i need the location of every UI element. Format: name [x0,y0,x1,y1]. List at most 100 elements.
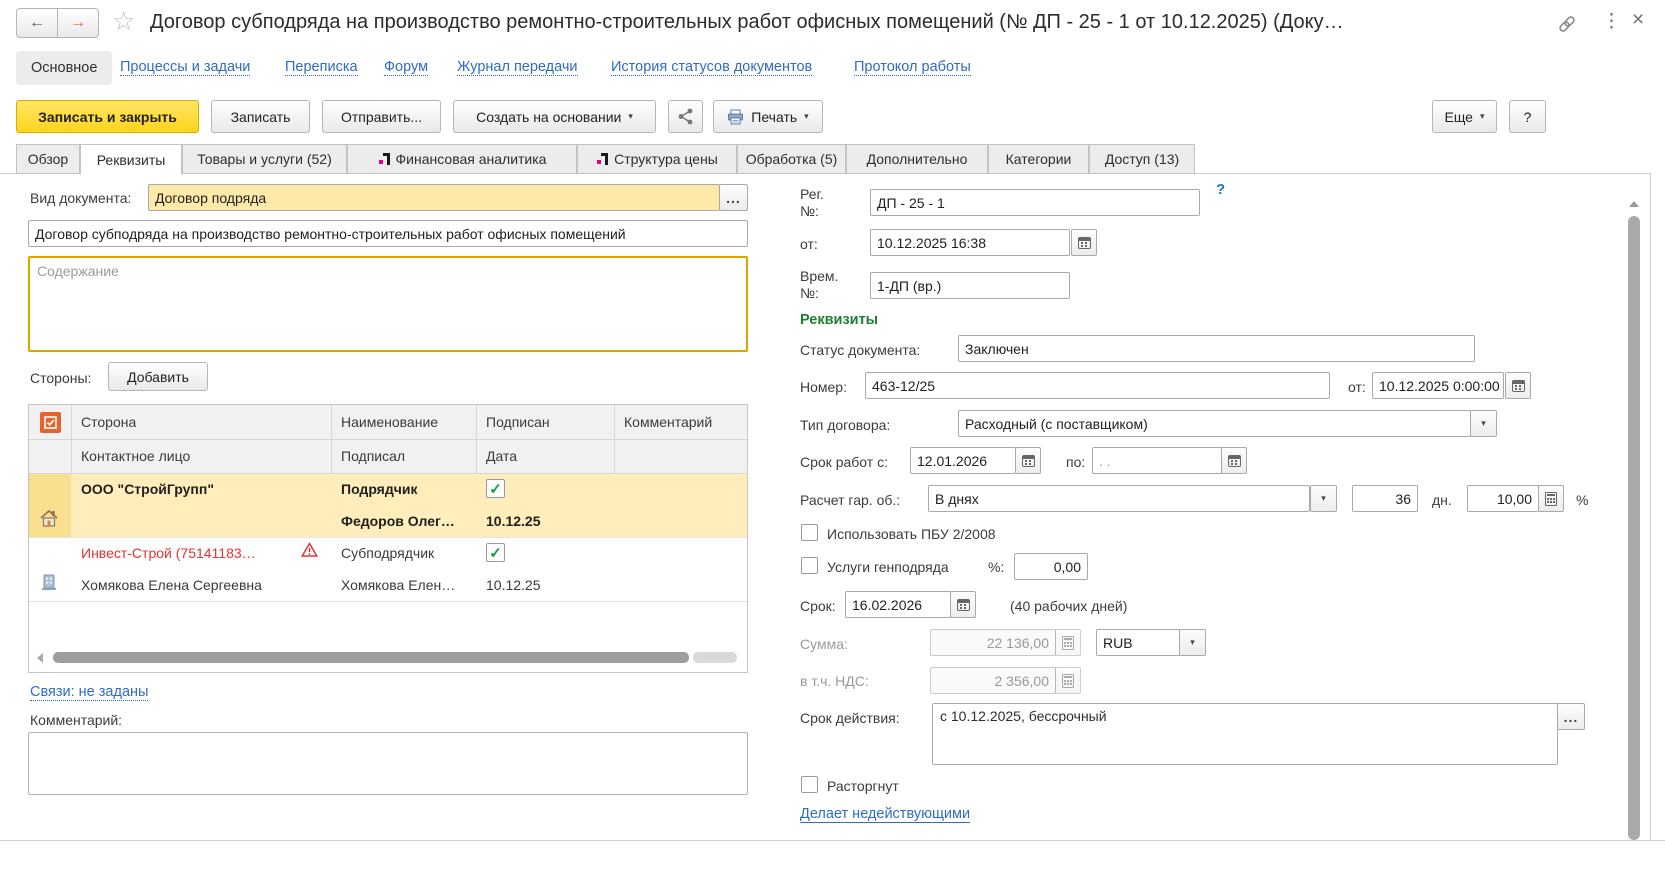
signed-checkbox[interactable]: ✓ [486,479,505,498]
number-date-calendar-button[interactable] [1505,372,1531,399]
term-calendar-button[interactable] [950,591,976,618]
table-row-date[interactable]: 10.12.25 [486,513,541,529]
reg-date-calendar-button[interactable] [1071,229,1097,256]
save-button[interactable]: Записать [211,100,310,133]
col-header-signed[interactable]: Подписан [486,414,550,430]
table-row-party[interactable]: ООО "СтройГрупп" [81,481,214,497]
chevron-down-icon: ▾ [1481,418,1486,429]
col-header-party[interactable]: Сторона [81,414,136,430]
tab-access[interactable]: Доступ (13) [1089,144,1195,174]
hscroll-left-arrow[interactable] [37,653,43,663]
contract-type-dropdown-button[interactable]: ▾ [1470,410,1497,437]
selected-row-gutter [29,473,71,505]
gen-percent-field[interactable]: 0,00 [1014,553,1088,580]
add-party-button[interactable]: Добавить [108,362,208,391]
tab-categories[interactable]: Категории [988,144,1089,174]
tab-overview[interactable]: Обзор [16,144,80,174]
chevron-down-icon: ▾ [628,111,633,122]
vscrollbar-thumb[interactable] [1628,216,1640,840]
nav-item-transfer-log[interactable]: Журнал передачи [457,59,578,76]
work-to-field[interactable]: . . [1092,447,1222,474]
warranty-percent-field[interactable]: 10,00 [1467,485,1539,512]
kebab-menu-icon[interactable]: ⋮ [1602,10,1621,33]
work-from-field[interactable]: 12.01.2026 [910,447,1016,474]
parties-table[interactable]: Сторона Наименование Подписан Комментари… [28,404,748,673]
table-row-contact[interactable]: Хомякова Елена Сергеевна [81,577,262,593]
number-date-field[interactable]: 10.12.2025 0:00:00 [1372,372,1504,399]
save-and-close-button[interactable]: Записать и закрыть [16,100,199,133]
close-icon[interactable]: × [1632,8,1644,32]
doc-type-field[interactable]: Договор подряда [148,184,720,211]
reg-date-field[interactable]: 10.12.2025 16:38 [870,229,1070,256]
tab-financial-analytics[interactable]: Финансовая аналитика [347,144,577,174]
nav-item-status-history[interactable]: История статусов документов [611,59,812,76]
nav-item-processes[interactable]: Процессы и задачи [120,59,250,76]
calculator-icon [1062,674,1074,688]
vscroll-up-arrow[interactable] [1629,201,1639,207]
nav-item-work-protocol[interactable]: Протокол работы [854,59,971,76]
send-button[interactable]: Отправить... [322,100,441,133]
nav-item-correspondence[interactable]: Переписка [285,59,358,76]
warranty-mode-dropdown-button[interactable]: ▾ [1310,485,1337,512]
work-from-calendar-button[interactable] [1015,447,1041,474]
temp-no-field[interactable]: 1-ДП (вр.) [870,272,1070,299]
tab-price-structure[interactable]: Структура цены [577,144,737,174]
validity-field[interactable]: с 10.12.2025, бессрочный [932,703,1558,765]
pbu-checkbox[interactable] [801,524,818,541]
gen-services-checkbox[interactable] [801,557,818,574]
help-button[interactable]: ? [1509,100,1546,133]
validity-more-button[interactable]: ... [1557,703,1585,730]
table-row-signer[interactable]: Хомякова Елен… [341,577,455,593]
comment-textarea[interactable] [28,732,748,795]
currency-dropdown-button[interactable]: ▾ [1179,629,1206,656]
col-header-comment[interactable]: Комментарий [624,414,712,430]
currency-field[interactable]: RUB [1096,629,1180,656]
warranty-days-field[interactable]: 36 [1352,485,1418,512]
tab-goods-services[interactable]: Товары и услуги (52) [182,144,347,174]
hscrollbar-track[interactable] [693,652,737,663]
tab-requisites[interactable]: Реквизиты [80,144,182,175]
create-from-label: Создать на основании [476,109,621,125]
create-from-button[interactable]: Создать на основании ▾ [453,100,656,133]
terminated-checkbox[interactable] [801,776,818,793]
chevron-down-icon: ▾ [1480,111,1485,122]
select-all-icon[interactable] [40,412,61,436]
favorite-star-icon[interactable]: ☆ [112,6,135,37]
invalidates-link[interactable]: Делает недействующими [800,806,970,823]
nav-item-main[interactable]: Основное [16,51,112,85]
content-textarea[interactable]: Содержание [28,256,748,352]
status-field[interactable]: Заключен [958,335,1475,362]
hscrollbar-thumb[interactable] [53,652,689,663]
forward-button[interactable]: → [57,8,99,38]
reg-no-field[interactable]: ДП - 25 - 1 [870,189,1200,216]
tab-processing[interactable]: Обработка (5) [737,144,846,174]
table-row-role[interactable]: Субподрядчик [341,545,434,561]
doc-name-field[interactable]: Договор субподряда на производство ремон… [28,220,748,247]
copy-link-icon[interactable] [1556,13,1578,38]
work-to-calendar-button[interactable] [1221,447,1247,474]
more-button[interactable]: Еще ▾ [1432,100,1497,133]
col-header-contact[interactable]: Контактное лицо [81,448,190,464]
share-button[interactable] [668,100,703,133]
table-row-signer[interactable]: Федоров Олег… [341,513,455,529]
table-row-role[interactable]: Подрядчик [341,481,417,497]
reg-help-icon[interactable]: ? [1216,181,1225,198]
print-button[interactable]: Печать ▾ [713,100,823,133]
signed-checkbox[interactable]: ✓ [486,543,505,562]
warranty-percent-calc-button[interactable] [1538,485,1564,512]
col-header-date[interactable]: Дата [486,448,517,464]
warranty-calc-label: Расчет гар. об.: [800,492,900,508]
warranty-mode-field[interactable]: В днях [928,485,1310,512]
col-header-name[interactable]: Наименование [341,414,438,430]
table-row-date[interactable]: 10.12.25 [486,577,541,593]
term-field[interactable]: 16.02.2026 [845,591,951,618]
doc-type-more-button[interactable]: ... [719,184,748,211]
back-button[interactable]: ← [16,8,58,38]
tab-additional[interactable]: Дополнительно [846,144,988,174]
col-header-signer[interactable]: Подписал [341,448,405,464]
relations-link[interactable]: Связи: не заданы [30,684,148,701]
contract-type-field[interactable]: Расходный (с поставщиком) [958,410,1471,437]
number-field[interactable]: 463-12/25 [865,372,1330,399]
table-row-party[interactable]: Инвест-Строй (75141183… [81,545,256,561]
nav-item-forum[interactable]: Форум [384,59,428,76]
